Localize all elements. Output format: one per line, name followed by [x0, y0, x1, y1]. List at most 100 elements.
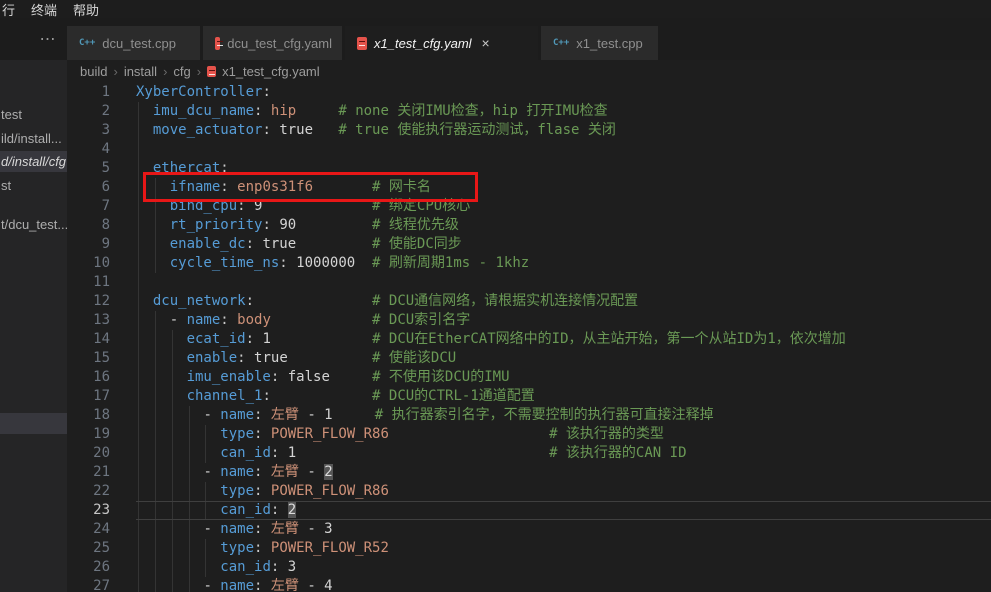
tab-dcu_test.cpp[interactable]: C++dcu_test.cpp: [67, 26, 200, 60]
line-number[interactable]: 26: [67, 558, 110, 577]
code-line[interactable]: 12 dcu_network: # DCU通信网络，请根据实机连接情况配置: [67, 292, 991, 311]
code-token: [136, 540, 220, 556]
code-line[interactable]: 11: [67, 273, 991, 292]
code-token: name: [187, 312, 221, 328]
code-token: # 不使用该DCU的IMU: [372, 369, 509, 385]
line-number[interactable]: 27: [67, 577, 110, 592]
code-line[interactable]: 7 bind_cpu: 9 # 绑定CPU核心: [67, 197, 991, 216]
code-line[interactable]: 15 enable: true # 使能该DCU: [67, 349, 991, 368]
breadcrumb-separator: ›: [163, 64, 167, 79]
sidebar-item-label: t/dcu_test...: [1, 217, 67, 232]
code-line-text: XyberController:: [136, 83, 991, 102]
sidebar-item-label: ild/install...: [1, 131, 62, 146]
code-token: [246, 198, 254, 214]
line-number[interactable]: 2: [67, 102, 110, 121]
code-token: # 使能该DCU: [372, 350, 456, 366]
line-number[interactable]: 12: [67, 292, 110, 311]
sidebar-item[interactable]: ild/install...: [0, 130, 67, 148]
code-line-text: channel_1: # DCU的CTRL-1通道配置: [136, 387, 991, 406]
code-line-text: dcu_network: # DCU通信网络，请根据实机连接情况配置: [136, 292, 991, 311]
code-line[interactable]: 25 type: POWER_FLOW_R52: [67, 539, 991, 558]
code-line[interactable]: 6 ifname: enp0s31f6 # 网卡名: [67, 178, 991, 197]
code-line[interactable]: 14 ecat_id: 1 # DCU在EtherCAT网络中的ID，从主站开始…: [67, 330, 991, 349]
close-icon[interactable]: ×: [482, 36, 490, 50]
line-number[interactable]: 15: [67, 349, 110, 368]
menu-item-0[interactable]: 行: [0, 0, 23, 19]
code-token: :: [246, 236, 254, 252]
line-number[interactable]: 20: [67, 444, 110, 463]
code-line[interactable]: 8 rt_priority: 90 # 线程优先级: [67, 216, 991, 235]
code-line[interactable]: 16 imu_enable: false # 不使用该DCU的IMU: [67, 368, 991, 387]
code-line[interactable]: 4: [67, 140, 991, 159]
code-token: hip: [271, 103, 296, 119]
line-number[interactable]: 22: [67, 482, 110, 501]
breadcrumb-separator: ›: [197, 64, 201, 79]
breadcrumb-item-cfg[interactable]: cfg: [173, 64, 190, 79]
line-number[interactable]: 21: [67, 463, 110, 482]
line-number[interactable]: 16: [67, 368, 110, 387]
line-number[interactable]: 14: [67, 330, 110, 349]
line-number[interactable]: 5: [67, 159, 110, 178]
sidebar-item[interactable]: d/install/cfg: [0, 151, 67, 172]
line-number[interactable]: 3: [67, 121, 110, 140]
line-number[interactable]: 24: [67, 520, 110, 539]
line-number[interactable]: 9: [67, 235, 110, 254]
line-number[interactable]: 6: [67, 178, 110, 197]
code-line[interactable]: 27 - name: 左臂 - 4: [67, 577, 991, 592]
code-line[interactable]: 19 type: POWER_FLOW_R86 # 该执行器的类型: [67, 425, 991, 444]
code-line[interactable]: 10 cycle_time_ns: 1000000 # 刷新周期1ms - 1k…: [67, 254, 991, 273]
code-token: [136, 236, 170, 252]
code-line[interactable]: 22 type: POWER_FLOW_R86: [67, 482, 991, 501]
code-line[interactable]: 1 XyberController:: [67, 83, 991, 102]
code-line-text: can_id: 1 # 该执行器的CAN ID: [136, 444, 991, 463]
sidebar-item-label: st: [1, 178, 11, 193]
code-line[interactable]: 3 move_actuator: true # true 使能执行器运动测试，f…: [67, 121, 991, 140]
line-number[interactable]: 1: [67, 83, 110, 102]
line-number[interactable]: 13: [67, 311, 110, 330]
line-number[interactable]: 7: [67, 197, 110, 216]
menu-item-1[interactable]: 终端: [23, 0, 65, 19]
code-editor[interactable]: 1 XyberController:2 imu_dcu_name: hip # n…: [67, 82, 991, 592]
line-number[interactable]: 8: [67, 216, 110, 235]
line-number[interactable]: 11: [67, 273, 110, 292]
sidebar-item[interactable]: st: [0, 177, 67, 195]
tab-label: x1_test.cpp: [576, 36, 643, 51]
code-line[interactable]: 26 can_id: 3: [67, 558, 991, 577]
code-line[interactable]: 18 - name: 左臂 - 1 # 执行器索引名字，不需要控制的执行器可直接…: [67, 406, 991, 425]
editor-actions-overflow-button[interactable]: ⋯: [33, 26, 63, 52]
sidebar-item[interactable]: [0, 413, 67, 434]
code-line[interactable]: 21 - name: 左臂 - 2: [67, 463, 991, 482]
breadcrumb-file[interactable]: x1_test_cfg.yaml: [222, 64, 320, 79]
code-line[interactable]: 13 - name: body # DCU索引名字: [67, 311, 991, 330]
tab-dcu_test_cfg.yaml[interactable]: dcu_test_cfg.yaml: [203, 26, 342, 60]
code-line[interactable]: 9 enable_dc: true # 使能DC同步: [67, 235, 991, 254]
code-line[interactable]: 17 channel_1: # DCU的CTRL-1通道配置: [67, 387, 991, 406]
line-number[interactable]: 19: [67, 425, 110, 444]
code-token: # 该执行器的类型: [549, 426, 664, 442]
code-token: [229, 179, 237, 195]
code-line[interactable]: 5 ethercat:: [67, 159, 991, 178]
breadcrumb-item-build[interactable]: build: [80, 64, 107, 79]
line-number[interactable]: 17: [67, 387, 110, 406]
line-number[interactable]: 23: [67, 501, 110, 520]
tab-x1_test_cfg.yaml[interactable]: x1_test_cfg.yaml×: [345, 26, 538, 60]
menu-item-2[interactable]: 帮助: [65, 0, 107, 19]
code-line[interactable]: 24 - name: 左臂 - 3: [67, 520, 991, 539]
code-token: [296, 236, 372, 252]
code-line[interactable]: 20 can_id: 1 # 该执行器的CAN ID: [67, 444, 991, 463]
breadcrumb: build›install›cfg›x1_test_cfg.yaml: [67, 60, 991, 82]
code-line-text: can_id: 3: [136, 558, 991, 577]
code-line[interactable]: 2 imu_dcu_name: hip # none 关闭IMU检查，hip 打…: [67, 102, 991, 121]
code-line[interactable]: 23 can_id: 2: [67, 501, 991, 520]
line-number[interactable]: 4: [67, 140, 110, 159]
line-number[interactable]: 18: [67, 406, 110, 425]
line-number[interactable]: 10: [67, 254, 110, 273]
code-line-text: imu_enable: false # 不使用该DCU的IMU: [136, 368, 991, 387]
code-token: # none 关闭IMU检查，hip 打开IMU检查: [338, 103, 607, 119]
breadcrumb-item-install[interactable]: install: [124, 64, 157, 79]
sidebar-item[interactable]: test: [0, 106, 67, 124]
line-number[interactable]: 25: [67, 539, 110, 558]
tab-x1_test.cpp[interactable]: C++x1_test.cpp: [541, 26, 658, 60]
code-token: name: [220, 521, 254, 537]
sidebar-item[interactable]: t/dcu_test...: [0, 216, 67, 234]
